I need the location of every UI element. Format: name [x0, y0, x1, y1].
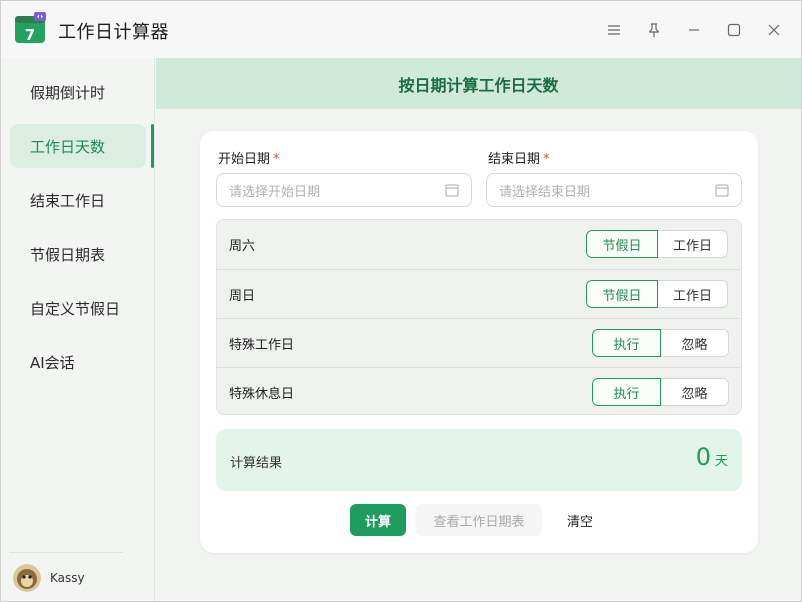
special-restday-toggle: 执行 忽略 — [592, 378, 729, 406]
sunday-toggle: 节假日 工作日 — [586, 280, 728, 308]
minimize-button[interactable] — [681, 17, 707, 43]
sunday-holiday-option[interactable]: 节假日 — [586, 280, 658, 308]
result-label: 计算结果 — [230, 456, 283, 471]
sidebar-item-holiday-table[interactable]: 节假日期表 — [10, 232, 146, 276]
option-label: 周六 — [229, 239, 256, 254]
page-header: 按日期计算工作日天数 — [156, 58, 801, 109]
calendar-icon — [445, 184, 459, 197]
close-button[interactable] — [761, 17, 787, 43]
active-nav-indicator — [151, 124, 154, 168]
start-date-label-text: 开始日期 — [218, 152, 271, 167]
app-window: 7 工作日计算器 假期倒计时 工作日天数 结束工作日 节假日期表 自定义节假日 … — [0, 0, 802, 602]
close-icon — [768, 24, 780, 36]
sidebar: 假期倒计时 工作日天数 结束工作日 节假日期表 自定义节假日 AI会话 Kass… — [1, 58, 155, 601]
menu-icon — [608, 25, 620, 35]
sidebar-item-end-workday[interactable]: 结束工作日 — [10, 178, 146, 222]
minimize-icon — [689, 29, 699, 31]
sidebar-divider — [9, 552, 123, 553]
start-date-placeholder: 请选择开始日期 — [229, 184, 321, 200]
result-number: 0 — [695, 443, 711, 471]
special-restday-ignore-option[interactable]: 忽略 — [661, 378, 729, 406]
option-row-sunday: 周日 节假日 工作日 — [217, 269, 741, 318]
sidebar-item-holiday-countdown[interactable]: 假期倒计时 — [10, 70, 146, 114]
sidebar-item-workday-count[interactable]: 工作日天数 — [10, 124, 146, 168]
title-bar: 7 工作日计算器 — [1, 1, 801, 58]
username: Kassy — [50, 571, 85, 585]
pin-icon — [648, 23, 660, 37]
option-row-special-restday: 特殊休息日 执行 忽略 — [217, 367, 741, 414]
calculate-button[interactable]: 计算 — [350, 504, 406, 536]
saturday-workday-option[interactable]: 工作日 — [658, 230, 728, 258]
menu-button[interactable] — [601, 17, 627, 43]
option-label: 特殊工作日 — [229, 337, 295, 353]
result-unit: 天 — [714, 454, 728, 469]
main-panel: 按日期计算工作日天数 开始日期* 请选择开始日期 结束日期* 请选择结束日期 — [156, 58, 801, 601]
special-workday-toggle: 执行 忽略 — [592, 329, 729, 357]
maximize-icon — [727, 23, 741, 37]
end-date-input[interactable]: 请选择结束日期 — [486, 173, 742, 207]
calendar-app-icon: 7 — [15, 12, 46, 44]
app-icon-number: 7 — [25, 26, 35, 44]
user-profile[interactable]: Kassy — [13, 564, 85, 592]
maximize-button[interactable] — [721, 17, 747, 43]
option-label: 周日 — [229, 288, 256, 304]
page-title: 按日期计算工作日天数 — [398, 75, 559, 95]
saturday-toggle: 节假日 工作日 — [586, 230, 728, 258]
calendar-icon — [715, 184, 729, 197]
special-workday-apply-option[interactable]: 执行 — [592, 329, 661, 357]
clear-button[interactable]: 清空 — [552, 504, 608, 536]
option-row-special-workday: 特殊工作日 执行 忽略 — [217, 318, 741, 367]
option-label: 特殊休息日 — [229, 386, 295, 402]
special-workday-ignore-option[interactable]: 忽略 — [661, 329, 729, 357]
special-restday-apply-option[interactable]: 执行 — [592, 378, 661, 406]
options-panel: 周六 节假日 工作日 周日 节假日 工作日 特殊工作日 执行 忽略 特殊休息日 … — [216, 219, 742, 415]
sidebar-item-custom-holiday[interactable]: 自定义节假日 — [10, 286, 146, 330]
result-panel: 计算结果 0天 — [216, 429, 742, 491]
saturday-holiday-option[interactable]: 节假日 — [586, 230, 658, 258]
avatar — [13, 564, 41, 592]
result-value: 0天 — [696, 443, 728, 471]
sidebar-item-ai-chat[interactable]: AI会话 — [10, 340, 146, 384]
sunday-workday-option[interactable]: 工作日 — [658, 280, 728, 308]
option-row-saturday: 周六 节假日 工作日 — [217, 220, 741, 269]
required-mark: * — [543, 152, 550, 167]
end-date-label-text: 结束日期 — [488, 152, 541, 167]
start-date-label: 开始日期 * — [218, 148, 280, 167]
end-date-placeholder: 请选择结束日期 — [499, 184, 591, 200]
calculator-card: 开始日期 * 请选择开始日期 结束日期 * 请选择结束日期 周六 节假日 工作日… — [200, 131, 758, 553]
app-title: 工作日计算器 — [58, 22, 169, 43]
view-workday-table-button[interactable]: 查看工作日期表 — [416, 504, 542, 536]
pin-button[interactable] — [641, 17, 667, 43]
required-mark: * — [273, 152, 280, 167]
start-date-input[interactable]: 请选择开始日期 — [216, 173, 472, 207]
end-date-label: 结束日期 * — [488, 148, 550, 167]
